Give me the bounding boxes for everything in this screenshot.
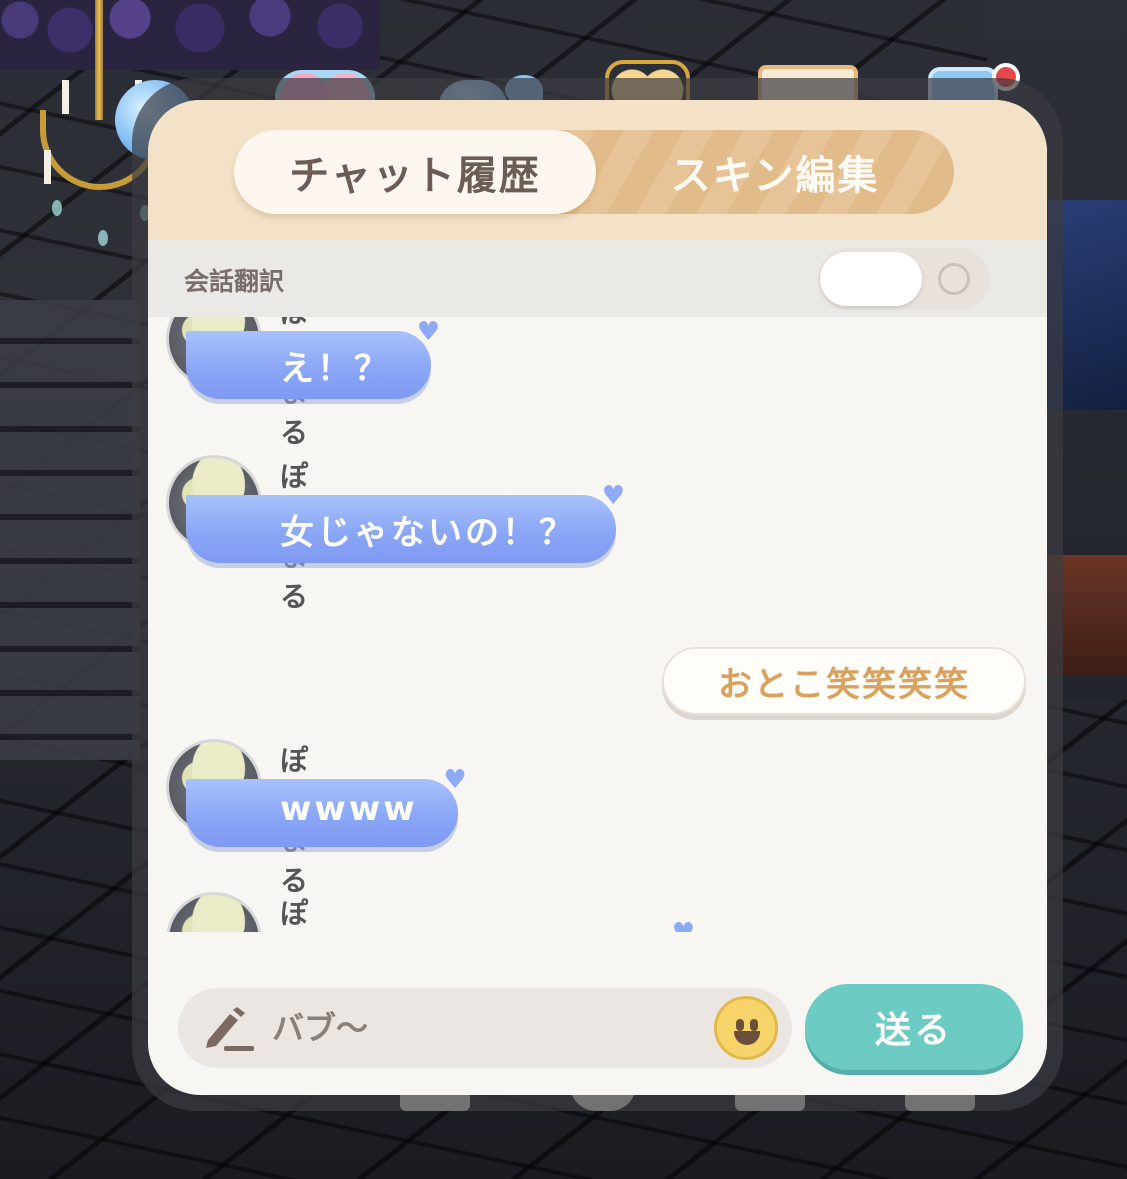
tab-bar: チャット履歴 スキン編集 <box>234 130 954 214</box>
send-button[interactable]: 送る <box>805 984 1023 1070</box>
message-bubble: wwww ♥ <box>186 765 467 847</box>
message-input-bar <box>178 988 792 1068</box>
translation-row: 会話翻訳 <box>148 240 1047 317</box>
message-bubble: え！？ ♥ <box>186 317 440 399</box>
toggle-off-indicator-icon <box>938 263 970 295</box>
heart-icon: ♥ <box>601 481 628 511</box>
message-text: 女じゃないの！？ <box>280 513 576 553</box>
message-bubble: 女じゃないの！？ ♥ <box>186 481 625 563</box>
toggle-knob[interactable] <box>820 252 922 306</box>
smiley-icon[interactable] <box>714 996 778 1060</box>
message-list[interactable]: ぽてまる え！？ ♥ ぽてまる 女じゃないの！？ ♥ おとこ笑笑笑笑 ぽてまる … <box>148 317 1047 932</box>
message-text: え！？ <box>280 349 391 389</box>
tab-chat-history[interactable]: チャット履歴 <box>234 130 596 214</box>
heart-icon: ♥ <box>443 765 470 795</box>
smiley-mouth <box>734 1031 760 1045</box>
pencil-icon <box>206 1007 254 1051</box>
avatar[interactable] <box>166 892 262 932</box>
panel-header: チャット履歴 スキン編集 <box>148 100 1047 240</box>
heart-icon: ♥ <box>672 918 698 932</box>
smiley-eye <box>736 1019 744 1031</box>
sender-name: ぽてまる <box>280 897 309 930</box>
staircase <box>0 300 140 760</box>
heart-icon: ♥ <box>416 317 443 347</box>
message-text: wwww <box>280 789 418 829</box>
my-message-bubble: おとこ笑笑笑笑 <box>662 647 1026 715</box>
chat-panel: チャット履歴 スキン編集 会話翻訳 ぽてまる え！？ ♥ ぽてまる 女じゃないの… <box>148 100 1047 1095</box>
translation-toggle[interactable] <box>818 248 990 310</box>
translation-label: 会話翻訳 <box>184 267 285 296</box>
tab-skin-edit[interactable]: スキン編集 <box>596 130 954 214</box>
crystal <box>52 200 62 216</box>
smiley-eye <box>750 1019 758 1031</box>
chat-input[interactable] <box>272 998 692 1058</box>
candle <box>44 150 51 184</box>
crystal <box>98 230 108 246</box>
